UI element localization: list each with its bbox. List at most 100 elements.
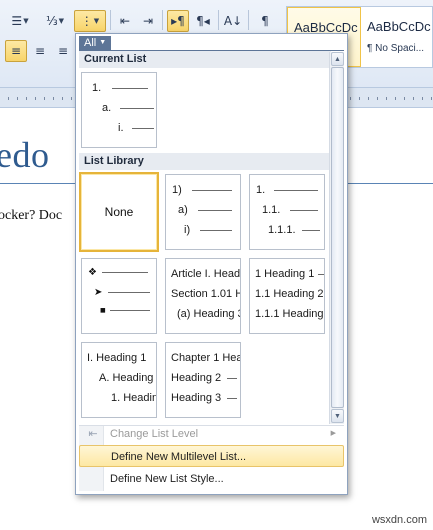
tile-row: Section 1.01 H	[171, 288, 241, 300]
tile-row-label: i.	[118, 122, 124, 134]
chevron-down-icon: ▼	[58, 17, 65, 25]
tile-row: 1.1.1 Heading	[255, 308, 324, 320]
tile-row: i.	[118, 122, 154, 134]
change-list-level-label: Change List Level	[110, 428, 199, 440]
style-name: ¶ No Spaci...	[367, 43, 425, 54]
align-center-icon: ≡	[34, 44, 46, 58]
list-level-icon: ⇤	[88, 427, 98, 440]
tile-row-label: A. Heading 2	[99, 372, 157, 384]
scroll-down-button[interactable]: ▼	[331, 409, 344, 423]
tile-row-line	[318, 273, 324, 275]
filter-dropdown[interactable]: All ▼	[79, 36, 112, 50]
tile-row: ❖	[88, 267, 148, 278]
tile-row: a.	[102, 102, 154, 114]
tile-row-line	[192, 189, 232, 191]
scroll-up-button[interactable]: ▲	[331, 52, 344, 66]
align-right-button[interactable]: ≡	[53, 40, 73, 62]
separator	[218, 10, 219, 30]
list-style-roman-heading[interactable]: I. Heading 1 A. Heading 2 1. Headin	[81, 342, 157, 418]
tile-row-label: 1. Headin	[111, 392, 157, 404]
tile-row: Article I. Headi	[171, 268, 241, 280]
decrease-indent-icon: ⇤	[119, 14, 131, 28]
rtl-button[interactable]: ¶◂	[192, 10, 214, 32]
list-style-none[interactable]: None	[79, 172, 159, 252]
numbering-button[interactable]: ⅓ ▼	[40, 10, 70, 32]
tile-row-label: a.	[102, 102, 112, 114]
define-multilevel-list-label: Define New Multilevel List...	[111, 451, 247, 463]
scroll-thumb[interactable]	[331, 67, 344, 408]
tile-row-label: (a) Heading 3	[177, 308, 241, 320]
watermark: wsxdn.com	[371, 514, 427, 526]
multilevel-list-button[interactable]: ⋮ ▼	[74, 10, 106, 32]
tile-row-label: I. Heading 1	[87, 352, 147, 364]
current-list-tile[interactable]: 1. a. i.	[81, 72, 157, 148]
define-list-style-item[interactable]: Define New List Style...	[79, 468, 344, 490]
bullets-icon: ☰	[11, 14, 23, 28]
align-center-button[interactable]: ≡	[30, 40, 50, 62]
list-style-bullets[interactable]: ❖ ➤ ■	[81, 258, 157, 334]
list-style-heading-decimal[interactable]: 1 Heading 1 1.1 Heading 2 1.1.1 Heading	[249, 258, 325, 334]
tile-row-line	[120, 107, 154, 109]
tile-row: 1.	[92, 82, 148, 94]
tile-row-label: 1.1.1.	[268, 224, 296, 236]
sort-button[interactable]: A↓	[222, 10, 244, 32]
tile-row: 1.	[256, 184, 318, 196]
chevron-down-icon: ▼	[23, 17, 29, 25]
tile-row-label: Chapter 1 Hea	[171, 352, 241, 364]
tile-row-label: Heading 2	[171, 372, 222, 384]
tile-row: Heading 3	[171, 392, 238, 404]
gallery-scrollbar[interactable]: ▲ ▼	[329, 52, 344, 424]
tile-row-line	[102, 272, 148, 273]
diamond-bullet-icon: ❖	[88, 267, 97, 278]
tile-row: (a) Heading 3	[177, 308, 241, 320]
tile-row-label: 1.1.	[262, 204, 281, 216]
separator	[248, 10, 249, 30]
style-sample: AaBbCcDc	[367, 19, 431, 34]
tile-row: ■	[100, 307, 150, 314]
separator	[110, 10, 111, 30]
list-style-chapter-heading[interactable]: Chapter 1 Hea Heading 2 Heading 3	[165, 342, 241, 418]
tile-row: 1.1 Heading 2	[255, 288, 324, 300]
tile-row-line	[274, 189, 318, 191]
change-list-level-item[interactable]: ⇤ Change List Level ▶	[79, 423, 344, 445]
tile-row-line	[290, 209, 318, 211]
tile-row: 1)	[172, 184, 232, 196]
sort-icon: A↓	[223, 14, 243, 28]
tile-row-line	[302, 229, 320, 231]
tile-row-line	[110, 310, 150, 311]
list-library-header: List Library	[79, 153, 331, 170]
tile-row-label: Section 1.01 H	[171, 288, 241, 300]
tile-row-label: 1.	[256, 184, 266, 196]
ltr-button[interactable]: ▸¶	[167, 10, 189, 32]
list-style-decimal-outline[interactable]: 1. 1.1. 1.1.1.	[249, 174, 325, 250]
numbering-icon: ⅓	[45, 14, 58, 28]
tile-row-label: 1)	[172, 184, 182, 196]
align-left-button[interactable]: ≡	[5, 40, 27, 62]
none-label: None	[104, 205, 134, 219]
increase-indent-icon: ⇥	[142, 14, 154, 28]
bullets-button[interactable]: ☰ ▼	[5, 10, 35, 32]
tile-row-line	[227, 377, 238, 379]
tile-row: a)	[178, 204, 232, 216]
document-body-text: ocker? Doc	[0, 208, 63, 223]
increase-indent-button[interactable]: ⇥	[138, 10, 158, 32]
style-no-spacing[interactable]: AaBbCcDc ¶ No Spaci...	[361, 7, 433, 67]
tile-row: 1 Heading 1	[255, 268, 324, 280]
filter-label: All	[84, 37, 97, 49]
tile-row-label: a)	[178, 204, 188, 216]
list-style-paren-numbers[interactable]: 1) a) i)	[165, 174, 241, 250]
right-to-left-icon: ¶◂	[196, 14, 210, 28]
decrease-indent-button[interactable]: ⇤	[115, 10, 135, 32]
align-left-icon: ≡	[10, 44, 22, 58]
current-list-header: Current List	[79, 51, 331, 68]
tile-row-line	[108, 292, 150, 293]
tile-row-label: 1.1 Heading 2	[255, 288, 324, 300]
list-style-article-section[interactable]: Article I. Headi Section 1.01 H (a) Head…	[165, 258, 241, 334]
tile-row-label: Article I. Headi	[171, 268, 241, 280]
submenu-arrow-icon: ▶	[330, 430, 336, 437]
define-multilevel-list-item[interactable]: Define New Multilevel List...	[79, 445, 344, 467]
tile-row-line	[227, 397, 238, 399]
tile-row: 1.1.	[262, 204, 318, 216]
show-marks-button[interactable]: ¶	[254, 10, 276, 32]
tile-row: A. Heading 2	[99, 372, 157, 384]
